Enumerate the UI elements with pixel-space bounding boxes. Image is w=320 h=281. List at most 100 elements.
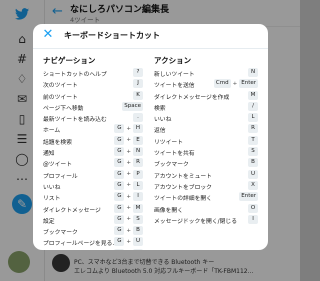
shortcut-keys: Cmd + Enter — [213, 79, 258, 89]
shortcut-row: リツイート T — [154, 135, 258, 147]
shortcut-keys: L — [248, 113, 258, 123]
shortcut-label: 前のツイート — [43, 94, 78, 101]
keycap: B — [248, 158, 258, 168]
shortcut-keys: O — [248, 203, 258, 213]
shortcut-label: ブックマーク — [154, 162, 189, 169]
dialog-title: キーボードショートカット — [64, 31, 160, 40]
shortcut-label: いいね — [43, 184, 61, 191]
keycap: M — [248, 90, 258, 100]
keycap: G — [114, 214, 125, 224]
shortcut-keys: J — [133, 79, 143, 89]
keycap: G — [114, 124, 125, 134]
shortcut-keys: U — [248, 169, 258, 179]
shortcut-label: ショートカットのヘルプ — [43, 72, 107, 78]
keycap: ? — [133, 68, 143, 77]
shortcut-row: ホーム G + H — [43, 124, 143, 135]
shortcut-label: いいね — [154, 117, 172, 124]
shortcut-keys: Enter — [239, 192, 258, 202]
key-plus-sign: + — [126, 238, 131, 245]
shortcut-row: ダイレクトメッセージ G + M — [43, 203, 143, 215]
shortcut-keys: I — [248, 214, 258, 224]
shortcut-label: 次のツイート — [43, 83, 78, 90]
shortcut-label: ツイートを共有 — [154, 151, 195, 158]
key-plus-sign: + — [126, 205, 131, 212]
navigation-shortcut-list: ショートカットのヘルプ? 次のツイート J 前のツイート K ページ下へ移動 Space 最新… — [43, 68, 143, 250]
shortcut-row: 新しいツイート N — [154, 68, 258, 79]
shortcut-keys: M — [248, 90, 258, 100]
keycap: S — [133, 214, 143, 224]
keycap: S — [248, 147, 258, 157]
keycap: U — [248, 169, 258, 179]
key-plus-sign: + — [126, 171, 131, 178]
keycap: Enter — [239, 79, 258, 89]
shortcut-row: いいね L — [154, 113, 258, 124]
keycap: B — [133, 226, 143, 236]
shortcut-label: アカウントをブロック — [154, 184, 212, 191]
shortcut-row: 話題を検索 G + E — [43, 135, 143, 147]
shortcut-keys: G + M — [114, 203, 143, 213]
keycap: / — [248, 101, 258, 111]
shortcut-row: 次のツイート J — [43, 79, 143, 90]
shortcut-row: ツイートの詳細を開く Enter — [154, 192, 258, 203]
shortcut-label: ツイートの詳細を開く — [154, 196, 212, 203]
keycap: L — [133, 180, 143, 190]
keycap: M — [133, 203, 143, 213]
shortcut-keys: / — [248, 101, 258, 111]
shortcut-label: 返信 — [154, 128, 166, 135]
keycap: D — [133, 248, 143, 250]
shortcut-row: 設定 G + S — [43, 214, 143, 226]
shortcut-keys: S — [248, 147, 258, 157]
shortcut-keys: G + S — [114, 214, 143, 224]
shortcut-label: 画像を開く — [154, 207, 183, 214]
shortcut-row: ブックマーク G + B — [43, 226, 143, 237]
shortcut-label: ダイレクトメッセージ — [43, 207, 101, 214]
shortcut-label: リツイート — [154, 139, 183, 146]
shortcut-keys: G + P — [114, 169, 143, 179]
shortcut-label: ホーム — [43, 128, 61, 135]
keycap: X — [248, 180, 258, 190]
keycap: N — [248, 68, 258, 77]
shortcut-keys: K — [133, 90, 143, 100]
shortcut-row: 画像を開く O — [154, 203, 258, 215]
shortcut-keys: G + H — [114, 124, 143, 134]
actions-heading: アクション — [154, 56, 192, 65]
keycap: G — [114, 135, 125, 145]
keycap: G — [114, 169, 125, 179]
keycap: Cmd — [213, 79, 231, 89]
keycap: N — [133, 147, 143, 157]
key-plus-sign: + — [126, 159, 131, 166]
navigation-heading: ナビゲーション — [43, 56, 96, 65]
keycap: R — [133, 158, 143, 168]
shortcut-keys: G + I — [114, 192, 143, 202]
shortcut-row: アカウントをミュート U — [154, 169, 258, 181]
shortcut-label: 設定 — [43, 218, 55, 225]
shortcut-label: リスト — [43, 196, 61, 203]
shortcut-row: アカウントをブロック X — [154, 180, 258, 192]
shortcut-keys: G+D — [114, 248, 143, 250]
key-plus-sign: + — [126, 137, 131, 144]
shortcut-row: リスト G + I — [43, 192, 143, 203]
shortcut-label: プロフィール — [43, 173, 78, 180]
shortcut-label: ダイレクトメッセージを作成 — [154, 94, 230, 101]
shortcut-label: ページ下へ移動 — [43, 105, 84, 112]
shortcut-keys: R — [248, 124, 258, 134]
shortcut-row: ブックマーク B — [154, 158, 258, 169]
shortcut-row: 前のツイート K — [43, 90, 143, 102]
keycap: G — [114, 192, 125, 202]
keycap: L — [248, 113, 258, 123]
shortcut-label: アカウントをミュート — [154, 173, 212, 180]
keycap: Enter — [239, 192, 258, 202]
keycap: T — [248, 135, 258, 145]
shortcut-row: プロフィールページを見る… G + U — [43, 237, 143, 248]
action-shortcut-list: 新しいツイート N ツイートを送信 Cmd + Enter ダイレクトメッセージを作成 M 検索… — [154, 68, 258, 226]
keycap: I — [248, 214, 258, 224]
shortcut-label: ツイートを送信 — [154, 83, 195, 90]
keycap: J — [133, 79, 143, 89]
keycap: E — [133, 135, 143, 145]
keycap: G — [114, 180, 125, 190]
keycap: G — [114, 203, 125, 213]
close-icon[interactable]: ✕ — [41, 28, 55, 42]
keycap: U — [133, 237, 143, 247]
shortcut-keys: G + L — [114, 180, 143, 190]
shortcut-row: メッセージドックを開く/閉じる I — [154, 214, 258, 226]
